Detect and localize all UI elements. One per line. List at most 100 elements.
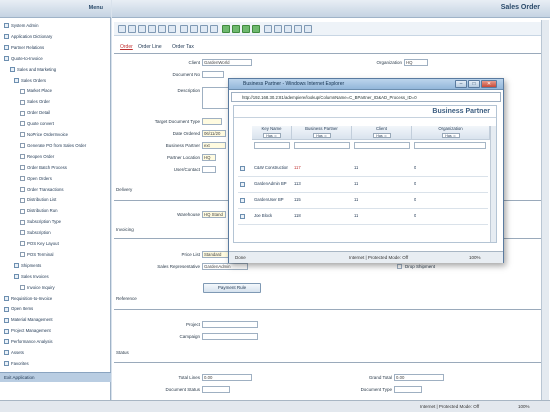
- cell-business-partner[interactable]: 115: [294, 195, 301, 204]
- popup-titlebar[interactable]: Business Partner - Windows Internet Expl…: [229, 79, 503, 90]
- menu-item[interactable]: Project Management: [4, 327, 51, 334]
- menu-item[interactable]: Quote convert: [20, 120, 54, 127]
- menu-item[interactable]: Sales Invoices: [14, 273, 49, 280]
- delete-icon[interactable]: [148, 25, 156, 33]
- select-row-icon[interactable]: [240, 182, 245, 187]
- menu-item[interactable]: Performance Analysis: [4, 338, 53, 345]
- menu-item[interactable]: POS Key Layout: [20, 240, 59, 247]
- target-document-type-field[interactable]: [202, 118, 222, 125]
- cell-client[interactable]: 11: [354, 211, 358, 220]
- menu-item[interactable]: Requisition-to-Invoice: [4, 295, 52, 302]
- find-icon[interactable]: [180, 25, 188, 33]
- payment-rule-button[interactable]: Payment Rule: [203, 283, 261, 293]
- menu-item[interactable]: Sales Orders: [14, 77, 46, 84]
- select-row-icon[interactable]: [240, 166, 245, 171]
- cell-key-name[interactable]: GardenUser BP: [254, 195, 284, 204]
- menu-item[interactable]: Subscription: [20, 229, 51, 236]
- client-field[interactable]: GardenWorld: [202, 59, 252, 66]
- zoom-level[interactable]: 100%: [518, 404, 530, 409]
- undo-icon[interactable]: [158, 25, 166, 33]
- tab-order-tax[interactable]: Order Tax: [172, 42, 194, 52]
- copy-icon[interactable]: [138, 25, 146, 33]
- cell-client[interactable]: 11: [354, 179, 358, 188]
- column-filter-operator[interactable]: Has :=: [441, 133, 460, 138]
- vertical-scrollbar[interactable]: [541, 20, 549, 400]
- campaign-field[interactable]: [202, 333, 258, 340]
- first-record-icon[interactable]: [222, 25, 230, 33]
- popup-zoom-level[interactable]: 100%: [469, 255, 481, 260]
- menu-item[interactable]: Reopen Order: [20, 153, 54, 160]
- close-icon[interactable]: ✕: [481, 80, 497, 88]
- filter-client[interactable]: [354, 142, 410, 149]
- menu-item[interactable]: Assets: [4, 349, 24, 356]
- filter-key-name[interactable]: [254, 142, 290, 149]
- attachment-icon[interactable]: [190, 25, 198, 33]
- cell-organization[interactable]: 0: [414, 211, 416, 220]
- sales-rep-field[interactable]: GardenAdmin: [202, 263, 248, 270]
- cell-business-partner[interactable]: 113: [294, 179, 301, 188]
- cell-client[interactable]: 11: [354, 195, 358, 204]
- column-filter-operator[interactable]: Has :=: [262, 133, 281, 138]
- column-header-organization[interactable]: Organization Has :=: [412, 126, 490, 140]
- menu-item[interactable]: Favorites: [4, 360, 29, 367]
- menu-item[interactable]: Distribution Run: [20, 207, 58, 214]
- archive-icon[interactable]: [284, 25, 292, 33]
- cell-client[interactable]: 11: [354, 163, 358, 172]
- column-header-key-name[interactable]: Key Name Has :=: [252, 126, 292, 140]
- column-filter-operator[interactable]: Has :=: [312, 133, 331, 138]
- maximize-icon[interactable]: □: [468, 80, 480, 88]
- tab-order[interactable]: Order: [120, 42, 133, 52]
- cell-key-name[interactable]: C&W Construction: [254, 163, 288, 172]
- menu-item[interactable]: Shipments: [14, 262, 41, 269]
- print-icon[interactable]: [274, 25, 282, 33]
- column-filter-operator[interactable]: Has :=: [372, 133, 391, 138]
- menu-item[interactable]: Order Transactions: [20, 186, 64, 193]
- partner-location-field[interactable]: HQ: [202, 154, 216, 161]
- menu-item[interactable]: Application Dictionary: [4, 33, 52, 40]
- save-icon[interactable]: [128, 25, 136, 33]
- organization-field[interactable]: HQ: [404, 59, 428, 66]
- menu-item[interactable]: Open Orders: [20, 175, 52, 182]
- menu-item[interactable]: Market Place: [20, 87, 52, 94]
- menu-item[interactable]: Sales Order: [20, 98, 50, 105]
- report-icon[interactable]: [264, 25, 272, 33]
- cell-business-partner[interactable]: 118: [294, 211, 301, 220]
- menu-item[interactable]: Quote-to-Invoice: [4, 55, 43, 62]
- menu-item[interactable]: System Admin: [4, 22, 38, 29]
- next-record-icon[interactable]: [242, 25, 250, 33]
- drop-shipment-checkbox[interactable]: [397, 264, 402, 269]
- menu-item[interactable]: Sales and Marketing: [10, 66, 56, 73]
- document-no-field[interactable]: [202, 71, 224, 78]
- cell-organization[interactable]: 0: [414, 179, 416, 188]
- menu-item[interactable]: POS Terminal: [20, 251, 53, 258]
- column-header-client[interactable]: Client Has :=: [352, 126, 412, 140]
- lookup-scrollbar[interactable]: [490, 126, 496, 242]
- refresh-icon[interactable]: [168, 25, 176, 33]
- cell-key-name[interactable]: Joe Block: [254, 211, 272, 220]
- filter-organization[interactable]: [414, 142, 486, 149]
- project-field[interactable]: [202, 321, 258, 328]
- new-record-icon[interactable]: [118, 25, 126, 33]
- zoom-across-icon[interactable]: [294, 25, 302, 33]
- menu-item[interactable]: Generate PO from Sales Order: [20, 142, 86, 149]
- minimize-icon[interactable]: –: [455, 80, 467, 88]
- menu-item[interactable]: Order Batch Process: [20, 164, 67, 171]
- history-icon[interactable]: [210, 25, 218, 33]
- chat-icon[interactable]: [200, 25, 208, 33]
- menu-item[interactable]: Invoice Inquiry: [20, 284, 55, 291]
- menu-item[interactable]: Material Management: [4, 316, 53, 323]
- previous-record-icon[interactable]: [232, 25, 240, 33]
- business-partner-field[interactable]: ext: [202, 142, 226, 149]
- help-icon[interactable]: [304, 25, 312, 33]
- filter-business-partner[interactable]: [294, 142, 350, 149]
- menu-item[interactable]: NoPrice OrderInvoice: [20, 131, 68, 138]
- menu-item[interactable]: Open Items: [4, 305, 33, 312]
- last-record-icon[interactable]: [252, 25, 260, 33]
- cell-key-name[interactable]: GardenAdmin BP: [254, 179, 287, 188]
- date-ordered-field[interactable]: 06/11/20: [202, 130, 226, 137]
- select-row-icon[interactable]: [240, 214, 245, 219]
- user-contact-field[interactable]: [202, 166, 216, 173]
- menu-item[interactable]: Order Detail: [20, 109, 50, 116]
- warehouse-field[interactable]: HQ Stand: [202, 211, 226, 218]
- cell-organization[interactable]: 0: [414, 163, 416, 172]
